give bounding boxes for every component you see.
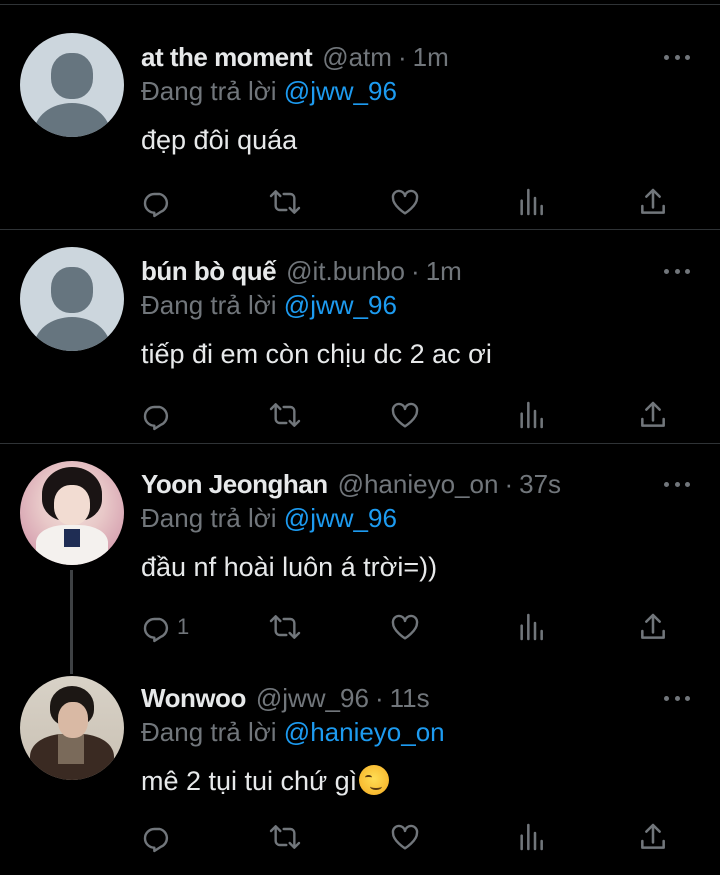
reply-button[interactable]: 1 <box>141 610 189 644</box>
tweet-header: Yoon Jeonghan @hanieyo_on · 37s <box>141 468 700 500</box>
retweet-button[interactable] <box>269 398 301 432</box>
user-handle[interactable]: @atm <box>322 41 392 73</box>
replying-prefix: Đang trả lời <box>141 290 277 320</box>
separator: · <box>504 469 514 499</box>
more-icon[interactable] <box>664 480 690 488</box>
tweet-text: tiếp đi em còn chịu dc 2 ac ơi <box>141 339 492 369</box>
mention-link[interactable]: @jww_96 <box>284 503 397 533</box>
heart-icon <box>391 614 419 640</box>
tweet-header: bún bò quế @it.bunbo · 1m <box>141 255 700 287</box>
user-handle[interactable]: @jww_96 <box>256 682 369 714</box>
retweet-button[interactable] <box>269 820 301 854</box>
reply-icon <box>143 405 169 431</box>
replying-to: Đang trả lời @jww_96 <box>141 75 700 107</box>
tweet-header: at the moment @atm · 1m <box>141 41 700 73</box>
share-button[interactable] <box>637 398 669 432</box>
more-icon[interactable] <box>664 694 690 702</box>
display-name[interactable]: Yoon Jeonghan <box>141 468 328 500</box>
avatar[interactable] <box>20 33 124 137</box>
tweet[interactable]: bún bò quế @it.bunbo · 1m Đang trả lời @… <box>0 230 720 444</box>
share-icon <box>641 613 665 639</box>
like-button[interactable] <box>389 185 421 219</box>
reply-count: 1 <box>177 614 190 639</box>
tweet-header: Wonwoo @jww_96 · 11s <box>141 682 700 714</box>
avatar[interactable] <box>20 247 124 351</box>
heart-icon <box>391 189 419 215</box>
timestamp[interactable]: 1m <box>413 41 449 73</box>
reply-button[interactable] <box>141 398 177 432</box>
reply-icon <box>143 617 169 643</box>
replying-prefix: Đang trả lời <box>141 717 277 747</box>
replying-prefix: Đang trả lời <box>141 76 277 106</box>
heart-icon <box>391 824 419 850</box>
avatar[interactable] <box>20 461 124 565</box>
views-button[interactable] <box>515 610 547 644</box>
share-icon <box>641 823 665 849</box>
like-button[interactable] <box>389 398 421 432</box>
retweet-icon <box>269 825 301 849</box>
views-button[interactable] <box>515 398 547 432</box>
tweet[interactable]: Yoon Jeonghan @hanieyo_on · 37s Đang trả… <box>0 444 720 658</box>
share-icon <box>641 188 665 214</box>
views-icon <box>520 188 543 216</box>
like-button[interactable] <box>389 610 421 644</box>
timestamp[interactable]: 37s <box>519 468 561 500</box>
more-icon[interactable] <box>664 267 690 275</box>
mention-link[interactable]: @hanieyo_on <box>284 717 445 747</box>
tweet-text-body: mê 2 tụi tui chứ gì <box>141 766 358 796</box>
share-icon <box>641 401 665 427</box>
display-name[interactable]: bún bò quế <box>141 255 277 287</box>
mention-link[interactable]: @jww_96 <box>284 290 397 320</box>
replying-to: Đang trả lời @jww_96 <box>141 289 700 321</box>
action-bar <box>141 185 681 219</box>
timestamp[interactable]: 11s <box>390 682 430 714</box>
separator: · <box>374 683 384 713</box>
replying-to: Đang trả lời @jww_96 <box>141 502 700 534</box>
more-icon[interactable] <box>664 53 690 61</box>
tweet-text: đẹp đôi quáa <box>141 125 298 155</box>
views-icon <box>520 401 543 429</box>
heart-icon <box>391 402 419 428</box>
action-bar <box>141 398 681 432</box>
views-icon <box>520 823 543 851</box>
share-button[interactable] <box>637 610 669 644</box>
smirking-face-emoji <box>359 765 390 795</box>
action-bar: 1 <box>141 610 681 644</box>
like-button[interactable] <box>389 820 421 854</box>
views-button[interactable] <box>515 185 547 219</box>
reply-button[interactable] <box>141 820 177 854</box>
retweet-icon <box>269 615 301 639</box>
timestamp[interactable]: 1m <box>426 255 462 287</box>
reply-button[interactable] <box>141 185 177 219</box>
tweet[interactable]: at the moment @atm · 1m Đang trả lời @jw… <box>0 5 720 230</box>
display-name[interactable]: at the moment <box>141 41 313 73</box>
display-name[interactable]: Wonwoo <box>141 682 246 714</box>
retweet-icon <box>269 403 301 427</box>
tweet-text: mê 2 tụi tui chứ gì <box>141 764 700 798</box>
mention-link[interactable]: @jww_96 <box>284 76 397 106</box>
tweet[interactable]: Wonwoo @jww_96 · 11s Đang trả lời @hanie… <box>0 658 720 874</box>
share-button[interactable] <box>637 820 669 854</box>
reply-icon <box>143 192 169 218</box>
avatar[interactable] <box>20 676 124 780</box>
retweet-button[interactable] <box>269 610 301 644</box>
user-handle[interactable]: @it.bunbo <box>286 255 405 287</box>
replying-prefix: Đang trả lời <box>141 503 277 533</box>
replying-to: Đang trả lời @hanieyo_on <box>141 716 700 748</box>
views-button[interactable] <box>515 820 547 854</box>
tweet-text: đầu nf hoài luôn á trời=)) <box>141 552 438 582</box>
user-handle[interactable]: @hanieyo_on <box>338 468 499 500</box>
separator: · <box>397 42 407 72</box>
retweet-icon <box>269 190 301 214</box>
views-icon <box>520 613 543 641</box>
reply-icon <box>143 827 169 853</box>
share-button[interactable] <box>637 185 669 219</box>
action-bar <box>141 820 681 854</box>
separator: · <box>411 256 420 286</box>
retweet-button[interactable] <box>269 185 301 219</box>
